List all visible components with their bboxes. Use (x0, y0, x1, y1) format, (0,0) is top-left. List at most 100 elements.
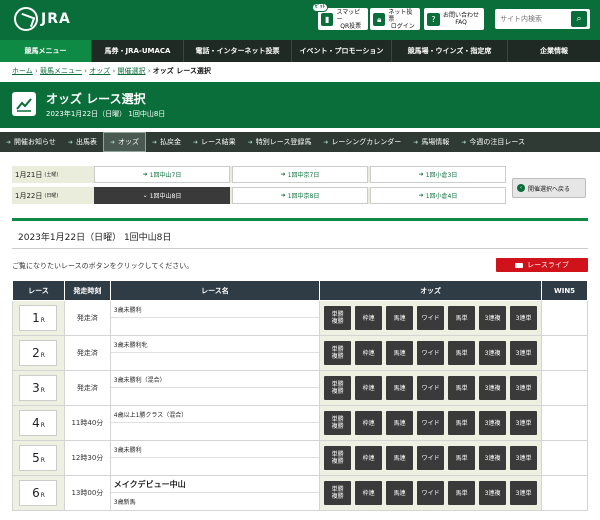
faq-button[interactable]: ? お問い合わせ FAQ (424, 8, 484, 30)
race-number: 5 (32, 451, 40, 465)
subnav-results[interactable]: ➜ レース結果 (187, 132, 242, 152)
venue-button[interactable]: ➜ 1回中京7日 (232, 166, 368, 183)
race-number-button[interactable]: 2R (19, 340, 58, 366)
odds-button-label: 単勝 複勝 (331, 381, 344, 395)
odds-wakuren-button[interactable]: 枠連 (355, 306, 383, 330)
odds-tanfuku-button[interactable]: 単勝 複勝 (324, 341, 352, 365)
race-number-button[interactable]: 3R (19, 375, 58, 401)
odds-wakuren-button[interactable]: 枠連 (355, 341, 383, 365)
odds-button-label: 枠連 (362, 454, 375, 462)
odds-tanfuku-button[interactable]: 単勝 複勝 (324, 411, 352, 435)
odds-wakuren-button[interactable]: 枠連 (355, 481, 383, 505)
odds-wakuren-button[interactable]: 枠連 (355, 446, 383, 470)
gnav-vote[interactable]: 電話・インターネット投票 (184, 40, 292, 62)
odds-3rentan-button[interactable]: 3連単 (510, 481, 538, 505)
odds-umatan-button[interactable]: 馬単 (448, 306, 476, 330)
odds-3renpuku-button[interactable]: 3連複 (479, 341, 507, 365)
odds-tanfuku-button[interactable]: 単勝 複勝 (324, 376, 352, 400)
odds-button-label: 枠連 (362, 489, 375, 497)
odds-3rentan-button[interactable]: 3連単 (510, 376, 538, 400)
odds-wide-button[interactable]: ワイド (417, 376, 445, 400)
back-to-kaisai-button[interactable]: ‹ 開催選択へ戻る (512, 178, 586, 198)
breadcrumb-keiba-menu[interactable]: 競馬メニュー (40, 67, 82, 75)
subnav-calendar[interactable]: ➜ レーシングカレンダー (317, 132, 407, 152)
race-number-button[interactable]: 1R (19, 305, 58, 331)
subnav-label: 今週の注目レース (469, 138, 525, 146)
odds-wakuren-button[interactable]: 枠連 (355, 376, 383, 400)
odds-3rentan-button[interactable]: 3連単 (510, 411, 538, 435)
odds-3rentan-button[interactable]: 3連単 (510, 306, 538, 330)
dow-text: (日曜) (44, 193, 59, 199)
subnav-payout[interactable]: ➜ 払戻金 (146, 132, 187, 152)
jra-logo[interactable]: JRA (14, 7, 71, 31)
venue-button[interactable]: ➜ 1回中山7日 (94, 166, 230, 183)
odds-umatan-button[interactable]: 馬単 (448, 376, 476, 400)
race-condition (111, 458, 319, 474)
venue-button[interactable]: ➜ 1回小倉3日 (370, 166, 506, 183)
race-name: 4歳以上1勝クラス（混合） (110, 406, 320, 423)
odds-3renpuku-button[interactable]: 3連複 (479, 376, 507, 400)
search-input[interactable] (495, 9, 569, 29)
smappy-qr-button[interactable]: ｾﾞｯﾄ ▮ スマッピー QR投票 (312, 3, 368, 30)
breadcrumb-kaisai[interactable]: 開催選択 (118, 67, 146, 75)
race-name-cell: 4歳以上1勝クラス（混合） (109, 405, 321, 441)
race-number-button[interactable]: 4R (19, 410, 58, 436)
search-icon[interactable]: ⌕ (571, 11, 587, 27)
odds-umaren-button[interactable]: 馬連 (386, 306, 414, 330)
odds-wide-button[interactable]: ワイド (417, 306, 445, 330)
gnav-racecourse[interactable]: 競馬場・ウインズ・指定席 (392, 40, 508, 62)
odds-3renpuku-button[interactable]: 3連複 (479, 446, 507, 470)
race-name-cell: 3歳未勝利牝 (109, 335, 321, 371)
odds-wide-button[interactable]: ワイド (417, 411, 445, 435)
venue-button-selected[interactable]: ⌄ 1回中山8日 (94, 187, 230, 204)
net-login-button[interactable]: 🔒︎ ネット投票 ログイン (370, 8, 420, 30)
odds-umaren-button[interactable]: 馬連 (386, 411, 414, 435)
subnav-shutsuba[interactable]: ➜ 出馬表 (62, 132, 103, 152)
odds-wakuren-button[interactable]: 枠連 (355, 411, 383, 435)
odds-umatan-button[interactable]: 馬単 (448, 411, 476, 435)
race-number-button[interactable]: 6R (19, 480, 58, 506)
odds-umaren-button[interactable]: 馬連 (386, 446, 414, 470)
subnav-featured[interactable]: ➜ 今週の注目レース (455, 132, 531, 152)
win5-cell (541, 300, 588, 336)
odds-3rentan-button[interactable]: 3連単 (510, 341, 538, 365)
odds-wide-button[interactable]: ワイド (417, 481, 445, 505)
gnav-keiba-menu[interactable]: 競馬メニュー (0, 40, 92, 62)
odds-3rentan-button[interactable]: 3連単 (510, 446, 538, 470)
breadcrumb-current: オッズ レース選択 (152, 67, 211, 75)
race-live-button[interactable]: レースライブ (496, 258, 588, 272)
subnav-special[interactable]: ➜ 特別レース登録馬 (242, 132, 318, 152)
odds-umatan-button[interactable]: 馬単 (448, 446, 476, 470)
odds-umatan-button[interactable]: 馬単 (448, 481, 476, 505)
race-condition: 3歳新馬 (113, 498, 136, 506)
subnav-info[interactable]: ➜ 開催お知らせ (0, 132, 62, 152)
race-name: メイクデビュー中山 (110, 476, 320, 493)
subnav-odds[interactable]: ➜ オッズ (102, 132, 146, 152)
gnav-company[interactable]: 企業情報 (508, 40, 600, 62)
venue-button[interactable]: ➜ 1回中京8日 (232, 187, 368, 204)
venue-label: 1回中山7日 (149, 172, 182, 179)
breadcrumb-odds[interactable]: オッズ (89, 67, 110, 75)
odds-tanfuku-button[interactable]: 単勝 複勝 (324, 306, 352, 330)
odds-umaren-button[interactable]: 馬連 (386, 341, 414, 365)
odds-umatan-button[interactable]: 馬単 (448, 341, 476, 365)
logo-text: JRA (41, 11, 71, 27)
race-suffix: R (40, 352, 45, 359)
odds-wide-button[interactable]: ワイド (417, 446, 445, 470)
gnav-baken[interactable]: 馬券・JRA-UMACA (92, 40, 184, 62)
odds-tanfuku-button[interactable]: 単勝 複勝 (324, 481, 352, 505)
arrow-icon: ➜ (418, 171, 424, 178)
odds-wide-button[interactable]: ワイド (417, 341, 445, 365)
odds-tanfuku-button[interactable]: 単勝 複勝 (324, 446, 352, 470)
venue-button[interactable]: ➜ 1回小倉4日 (370, 187, 506, 204)
breadcrumb-home[interactable]: ホーム (12, 67, 33, 75)
subnav-track[interactable]: ➜ 馬場情報 (407, 132, 455, 152)
odds-3renpuku-button[interactable]: 3連複 (479, 306, 507, 330)
odds-umaren-button[interactable]: 馬連 (386, 481, 414, 505)
race-number-button[interactable]: 5R (19, 445, 58, 471)
odds-button-label: 馬連 (393, 454, 406, 462)
odds-umaren-button[interactable]: 馬連 (386, 376, 414, 400)
odds-3renpuku-button[interactable]: 3連複 (479, 411, 507, 435)
odds-3renpuku-button[interactable]: 3連複 (479, 481, 507, 505)
gnav-event[interactable]: イベント・プロモーション (292, 40, 392, 62)
